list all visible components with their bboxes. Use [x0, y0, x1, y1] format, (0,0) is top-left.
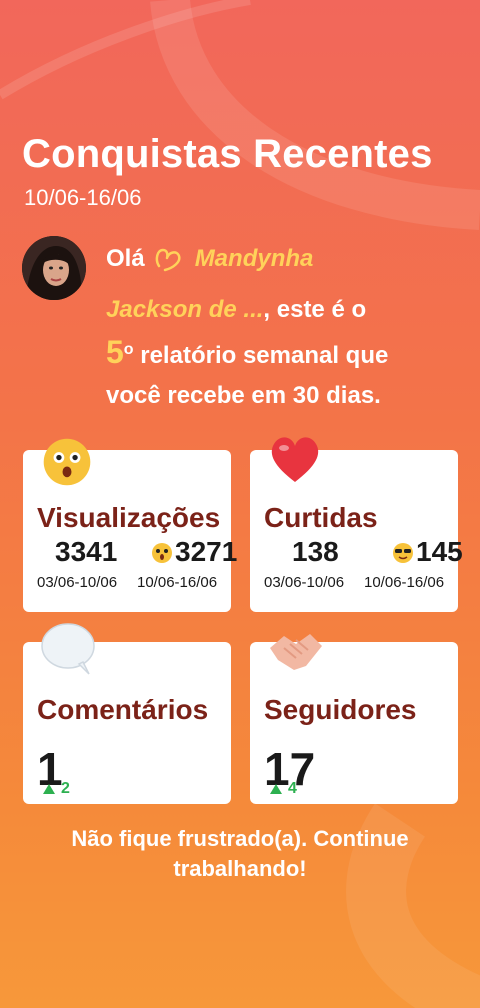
page-title: Conquistas Recentes	[22, 132, 433, 176]
handshake-icon	[270, 634, 322, 670]
greeting-hello: Olá	[106, 245, 145, 272]
message-name: Jackson de ...	[106, 296, 264, 323]
comments-title: Comentários	[37, 694, 209, 725]
weekly-report-message: Jackson de ..., este é o 5o relatório se…	[106, 290, 466, 416]
greeting: Olá Mandynha	[106, 244, 313, 274]
comments-delta-value: 2	[61, 780, 70, 797]
likes-prev-value: 138	[292, 536, 339, 567]
surprised-face-icon	[43, 438, 91, 486]
views-prev-value: 3341	[55, 536, 118, 567]
report-ordinal: o	[123, 341, 134, 358]
views-prev-range: 03/06-10/06	[37, 574, 118, 591]
likes-curr-value: 145	[416, 536, 463, 567]
surprised-face-small-icon	[152, 543, 172, 563]
hand-heart-icon	[155, 248, 181, 272]
up-triangle-icon	[43, 784, 55, 794]
followers-card[interactable]: Seguidores 17 4	[250, 634, 458, 804]
report-number: 5	[106, 334, 124, 370]
message-part1: , este é o	[263, 296, 367, 323]
likes-card[interactable]: Curtidas 138 145 03/06-10/06 10/06-16/06	[250, 437, 463, 612]
greeting-name: Mandynha	[194, 245, 314, 272]
date-range: 10/06-16/06	[24, 185, 142, 210]
followers-delta: 4	[270, 780, 297, 798]
likes-title: Curtidas	[264, 502, 378, 533]
views-title: Visualizações	[37, 502, 221, 533]
views-curr-range: 10/06-16/06	[137, 574, 218, 591]
likes-prev-range: 03/06-10/06	[264, 574, 345, 591]
avatar[interactable]	[22, 236, 86, 300]
footer-message: Não fique frustrado(a). Continue trabalh…	[71, 826, 409, 881]
followers-title: Seguidores	[264, 694, 417, 725]
up-triangle-icon	[270, 784, 282, 794]
heart-icon	[271, 437, 319, 482]
speech-bubble-icon	[41, 623, 95, 675]
message-part2: relatório semanal que	[133, 342, 389, 369]
message-part3: você recebe em 30 dias.	[106, 382, 381, 409]
followers-delta-value: 4	[288, 780, 297, 797]
sunglasses-face-icon	[393, 543, 413, 563]
likes-curr-range: 10/06-16/06	[364, 574, 445, 591]
views-curr-value: 3271	[175, 536, 238, 567]
comments-delta: 2	[43, 780, 70, 798]
views-card[interactable]: Visualizações 3341 3271 03/06-10/06 10/0…	[23, 438, 237, 612]
comments-card[interactable]: Comentários 1 2	[23, 623, 231, 804]
